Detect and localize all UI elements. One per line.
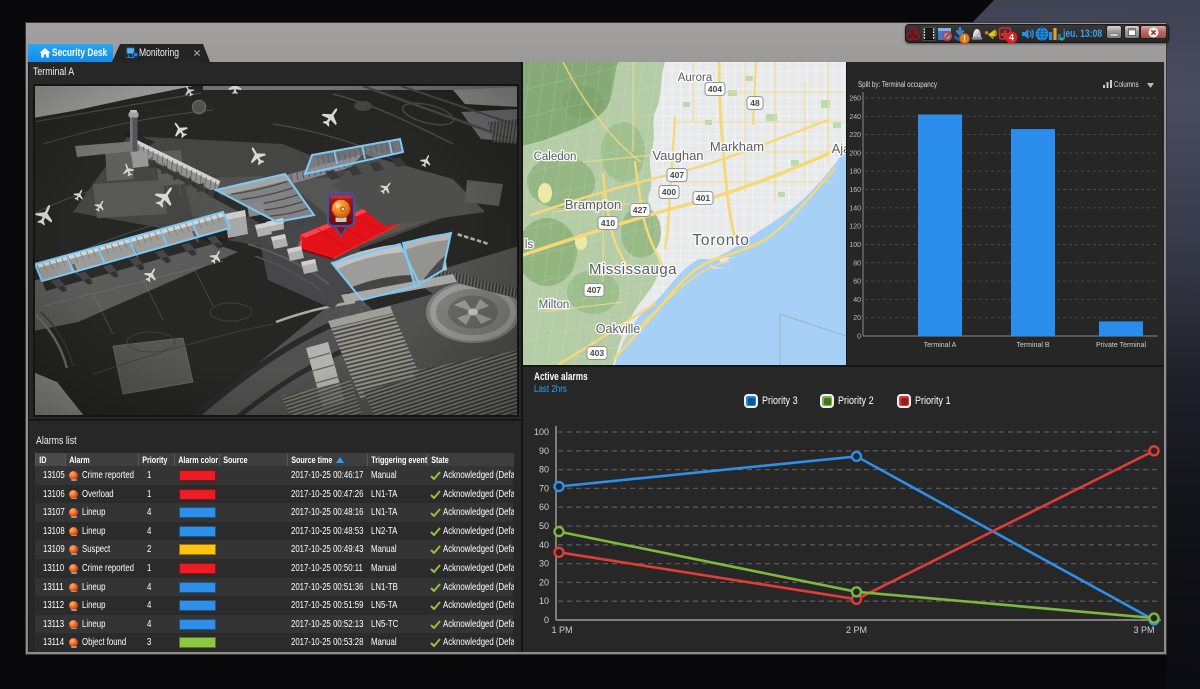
svg-text:Vaughan: Vaughan (652, 148, 703, 163)
svg-text:80: 80 (853, 260, 861, 267)
svg-text:30: 30 (539, 559, 549, 569)
svg-text:60: 60 (853, 279, 861, 286)
svg-text:400: 400 (662, 187, 676, 197)
svg-text:10: 10 (539, 596, 549, 606)
svg-text:40: 40 (853, 297, 861, 304)
svg-text:100: 100 (849, 242, 861, 249)
svg-text:40: 40 (539, 540, 549, 550)
svg-text:Brampton: Brampton (565, 197, 621, 212)
svg-text:Mississauga: Mississauga (589, 261, 677, 278)
svg-text:20: 20 (853, 315, 861, 322)
svg-text:427: 427 (633, 205, 647, 215)
svg-text:4: 4 (1009, 33, 1014, 43)
svg-text:200: 200 (849, 150, 861, 157)
svg-text:80: 80 (539, 465, 549, 475)
svg-text:1 PM: 1 PM (551, 625, 572, 635)
svg-text:Terminal A: Terminal A (924, 342, 957, 349)
svg-text:48: 48 (750, 98, 760, 108)
svg-text:Markham: Markham (710, 139, 764, 154)
svg-text:407: 407 (587, 285, 601, 295)
svg-text:Oakville: Oakville (596, 322, 641, 336)
svg-text:Milton: Milton (539, 299, 570, 311)
svg-text:70: 70 (539, 483, 549, 493)
svg-text:Aja: Aja (832, 141, 846, 156)
svg-text:!: ! (963, 33, 966, 43)
svg-text:20: 20 (539, 577, 549, 587)
svg-text:403: 403 (590, 348, 604, 358)
svg-text:0: 0 (544, 615, 549, 625)
svg-text:401: 401 (696, 193, 710, 203)
svg-text:404: 404 (708, 84, 722, 94)
svg-text:260: 260 (849, 96, 861, 103)
svg-text:407: 407 (670, 170, 684, 180)
svg-text:Aurora: Aurora (678, 72, 713, 84)
svg-text:120: 120 (849, 224, 861, 231)
svg-text:100: 100 (534, 427, 549, 437)
svg-text:Private Terminal: Private Terminal (1096, 342, 1147, 349)
svg-text:140: 140 (849, 205, 861, 212)
svg-text:0: 0 (857, 334, 861, 341)
svg-text:240: 240 (849, 114, 861, 121)
svg-text:2 PM: 2 PM (846, 625, 867, 635)
svg-text:160: 160 (849, 187, 861, 194)
svg-text:Terminal B: Terminal B (1016, 342, 1049, 349)
svg-text:180: 180 (849, 169, 861, 176)
svg-text:50: 50 (539, 521, 549, 531)
svg-text:3 PM: 3 PM (1133, 625, 1154, 635)
svg-text:90: 90 (539, 446, 549, 456)
svg-text:Toronto: Toronto (692, 232, 749, 249)
svg-text:410: 410 (601, 218, 615, 228)
svg-text:220: 220 (849, 132, 861, 139)
svg-text:ls: ls (525, 239, 534, 251)
svg-text:Caledon: Caledon (534, 151, 577, 163)
svg-text:60: 60 (539, 502, 549, 512)
